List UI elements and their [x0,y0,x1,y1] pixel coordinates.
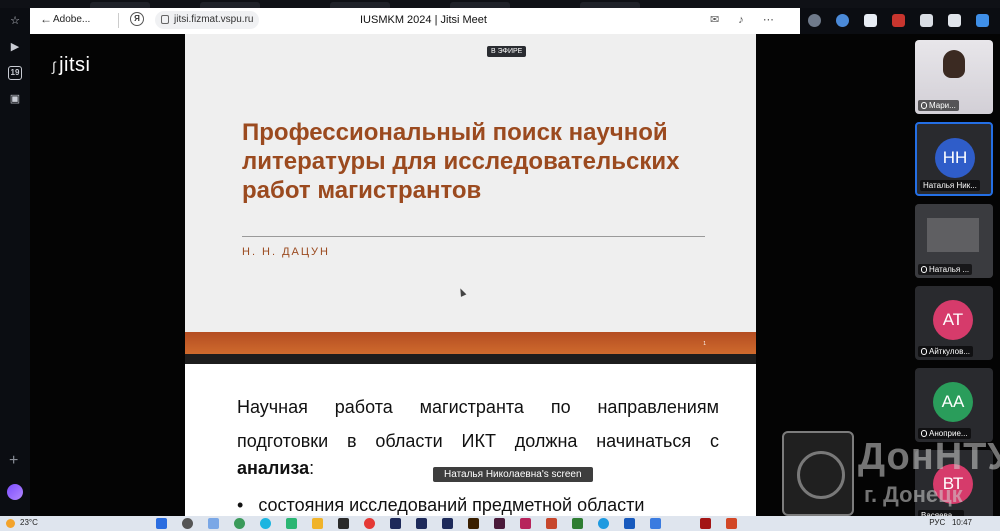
app-icon[interactable] [260,518,271,529]
participant-name-text: Айткулов... [929,347,971,356]
star-icon[interactable]: ☆ [8,14,22,28]
extension-toolbar [800,8,1000,34]
browser-tab-strip [0,0,1000,8]
app-icon[interactable] [726,518,737,529]
folder-icon[interactable] [312,518,323,529]
video-icon[interactable]: ▣ [8,92,22,106]
app-icon[interactable] [442,518,453,529]
screen-share-icon [921,266,927,273]
slide-footer-bar [185,332,756,354]
jitsi-meeting: ∫ jitsi В ЭФИРЕ Профессиональный поиск на… [30,34,1000,524]
live-badge: В ЭФИРЕ [487,46,527,57]
slide-bullet-text: состояния исследований предметной област… [258,495,645,515]
participant-tile[interactable]: АТ Айткулов... [915,286,993,360]
url-text: jitsi.fizmat.vspu.ru [174,14,254,25]
participant-name: Наталья Ник... [920,180,980,191]
play-icon[interactable]: ▶ [8,40,22,54]
slide-author: Н. Н. ДАЦУН [242,246,330,258]
slide-gap [185,354,756,364]
slide-title: Профессиональный поиск научной литератур… [242,119,680,204]
language-indicator[interactable]: РУС [929,518,945,527]
slide-bold-word: анализа [237,458,310,478]
extension-icon[interactable] [920,14,933,27]
address-actions[interactable]: ✉ ♪ ⋯ [710,13,782,26]
participant-tile[interactable]: АА Аноприе... [915,368,993,442]
app-icon[interactable] [650,518,661,529]
participant-name: Наталья ... [918,264,973,275]
app-icon[interactable] [546,518,557,529]
app-icon[interactable] [416,518,427,529]
assistant-icon[interactable] [7,484,23,500]
calendar-icon[interactable]: 19 [8,66,22,80]
mouse-cursor-icon [457,287,467,297]
toolbar-divider [118,13,119,28]
jitsi-logo[interactable]: ∫ jitsi [52,54,90,77]
yandex-icon[interactable]: Я [130,12,144,26]
app-icon[interactable] [208,518,219,529]
clock[interactable]: 10:47 [952,518,972,527]
slide-bullet: • состояния исследований предметной обла… [237,495,644,516]
browser-sidebar: ☆ ▶ 19 ▣ + [0,8,30,516]
slide-page-number: 1 [703,341,706,347]
content-slide: Научная работа магистранта по направлени… [185,364,756,516]
extension-icon[interactable] [976,14,989,27]
participant-name: Айткулов... [918,346,974,357]
watermark-text: ДонНТУ [858,436,1000,478]
app-icon[interactable] [286,518,297,529]
app-icon[interactable] [468,518,479,529]
app-icon[interactable] [572,518,583,529]
participant-tile[interactable]: Мари... [915,40,993,114]
avatar: НН [935,138,975,178]
app-icon[interactable] [390,518,401,529]
participant-name-text: Наталья ... [929,265,970,274]
start-icon[interactable] [156,518,167,529]
mic-icon [921,102,927,109]
add-panel-icon[interactable]: + [9,452,18,470]
shared-screen[interactable]: В ЭФИРЕ Профессиональный поиск научной л… [185,34,756,516]
participant-tile[interactable]: Наталья ... [915,204,993,278]
active-tab-label[interactable]: Adobe... [53,14,90,25]
extension-icon[interactable] [948,14,961,27]
search-icon[interactable] [182,518,193,529]
slide-paragraph: Научная работа магистранта по направлени… [237,397,719,451]
title-slide: В ЭФИРЕ Профессиональный поиск научной л… [185,34,756,354]
bullet-dot-icon: • [237,495,259,515]
screen-share-label: Наталья Николаевна's screen [433,467,593,482]
page-title: IUSMKM 2024 | Jitsi Meet [360,14,487,26]
participant-name: Мари... [918,100,959,111]
app-icon[interactable] [364,518,375,529]
app-icon[interactable] [494,518,505,529]
extension-icon[interactable] [836,14,849,27]
app-icon[interactable] [234,518,245,529]
system-tray[interactable]: РУС 10:47 [929,518,972,527]
university-emblem-watermark [782,431,854,516]
avatar: АА [933,382,973,422]
participant-tile-dominant[interactable]: НН Наталья Ник... [915,122,993,196]
app-icon[interactable] [700,518,711,529]
windows-taskbar: 23°C РУС 10:47 [0,516,1000,531]
mic-off-icon [921,348,927,355]
extension-icon[interactable] [892,14,905,27]
avatar: АТ [933,300,973,340]
back-arrow-icon[interactable]: ← [40,12,52,26]
slide-divider [242,236,705,237]
app-icon[interactable] [624,518,635,529]
extension-icon[interactable] [864,14,877,27]
watermark-subtext: г. Донецк [864,482,963,507]
lock-icon [161,15,169,24]
app-icon[interactable] [520,518,531,529]
app-icon[interactable] [598,518,609,529]
address-bar[interactable]: jitsi.fizmat.vspu.ru [155,11,260,29]
slide-colon: : [309,458,315,478]
weather-temperature[interactable]: 23°C [20,518,38,527]
logo-text: jitsi [59,54,91,76]
app-icon[interactable] [338,518,349,529]
desktop: { "browser": { "tab_label": "Adobe...", … [0,0,1000,531]
participant-name-text: Мари... [929,101,956,110]
globe-icon[interactable] [808,14,821,27]
slide-emphasis-line: анализа: [237,458,314,479]
weather-sun-icon[interactable] [6,519,15,528]
